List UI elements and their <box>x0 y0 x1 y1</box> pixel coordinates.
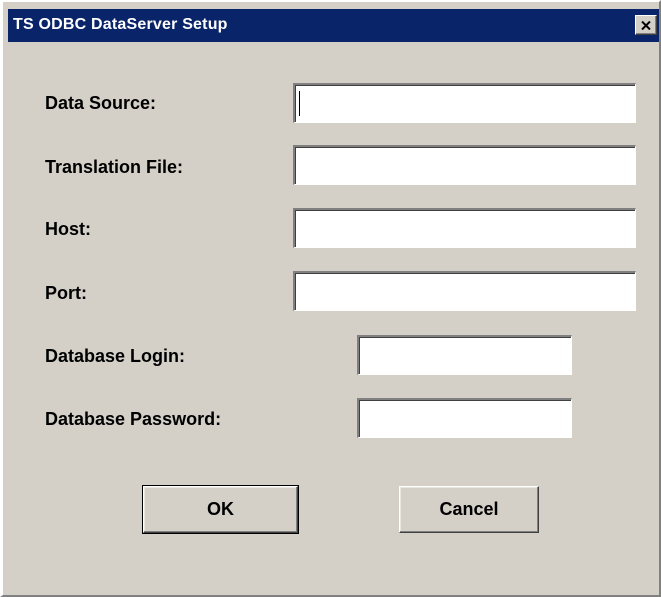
database-password-input[interactable] <box>357 398 572 438</box>
cancel-button[interactable]: Cancel <box>399 486 539 533</box>
data-source-label: Data Source: <box>45 93 157 113</box>
window-title: TS ODBC DataServer Setup <box>13 16 228 33</box>
text-caret <box>299 91 300 116</box>
database-login-input[interactable] <box>357 335 572 375</box>
translation-file-input[interactable] <box>293 145 636 185</box>
translation-file-label: Translation File: <box>45 157 184 177</box>
close-button[interactable] <box>635 15 657 35</box>
host-label: Host: <box>45 219 91 239</box>
database-login-label: Database Login: <box>45 346 186 366</box>
host-input[interactable] <box>293 208 636 248</box>
title-bar[interactable]: TS ODBC DataServer Setup <box>8 9 659 42</box>
data-source-input[interactable] <box>293 83 636 123</box>
ok-button[interactable]: OK <box>142 485 299 534</box>
port-label: Port: <box>45 283 87 303</box>
database-password-label: Database Password: <box>45 409 222 429</box>
port-input[interactable] <box>293 271 636 311</box>
setup-dialog: TS ODBC DataServer Setup Data Source: Tr… <box>0 0 661 597</box>
close-icon <box>641 20 651 30</box>
